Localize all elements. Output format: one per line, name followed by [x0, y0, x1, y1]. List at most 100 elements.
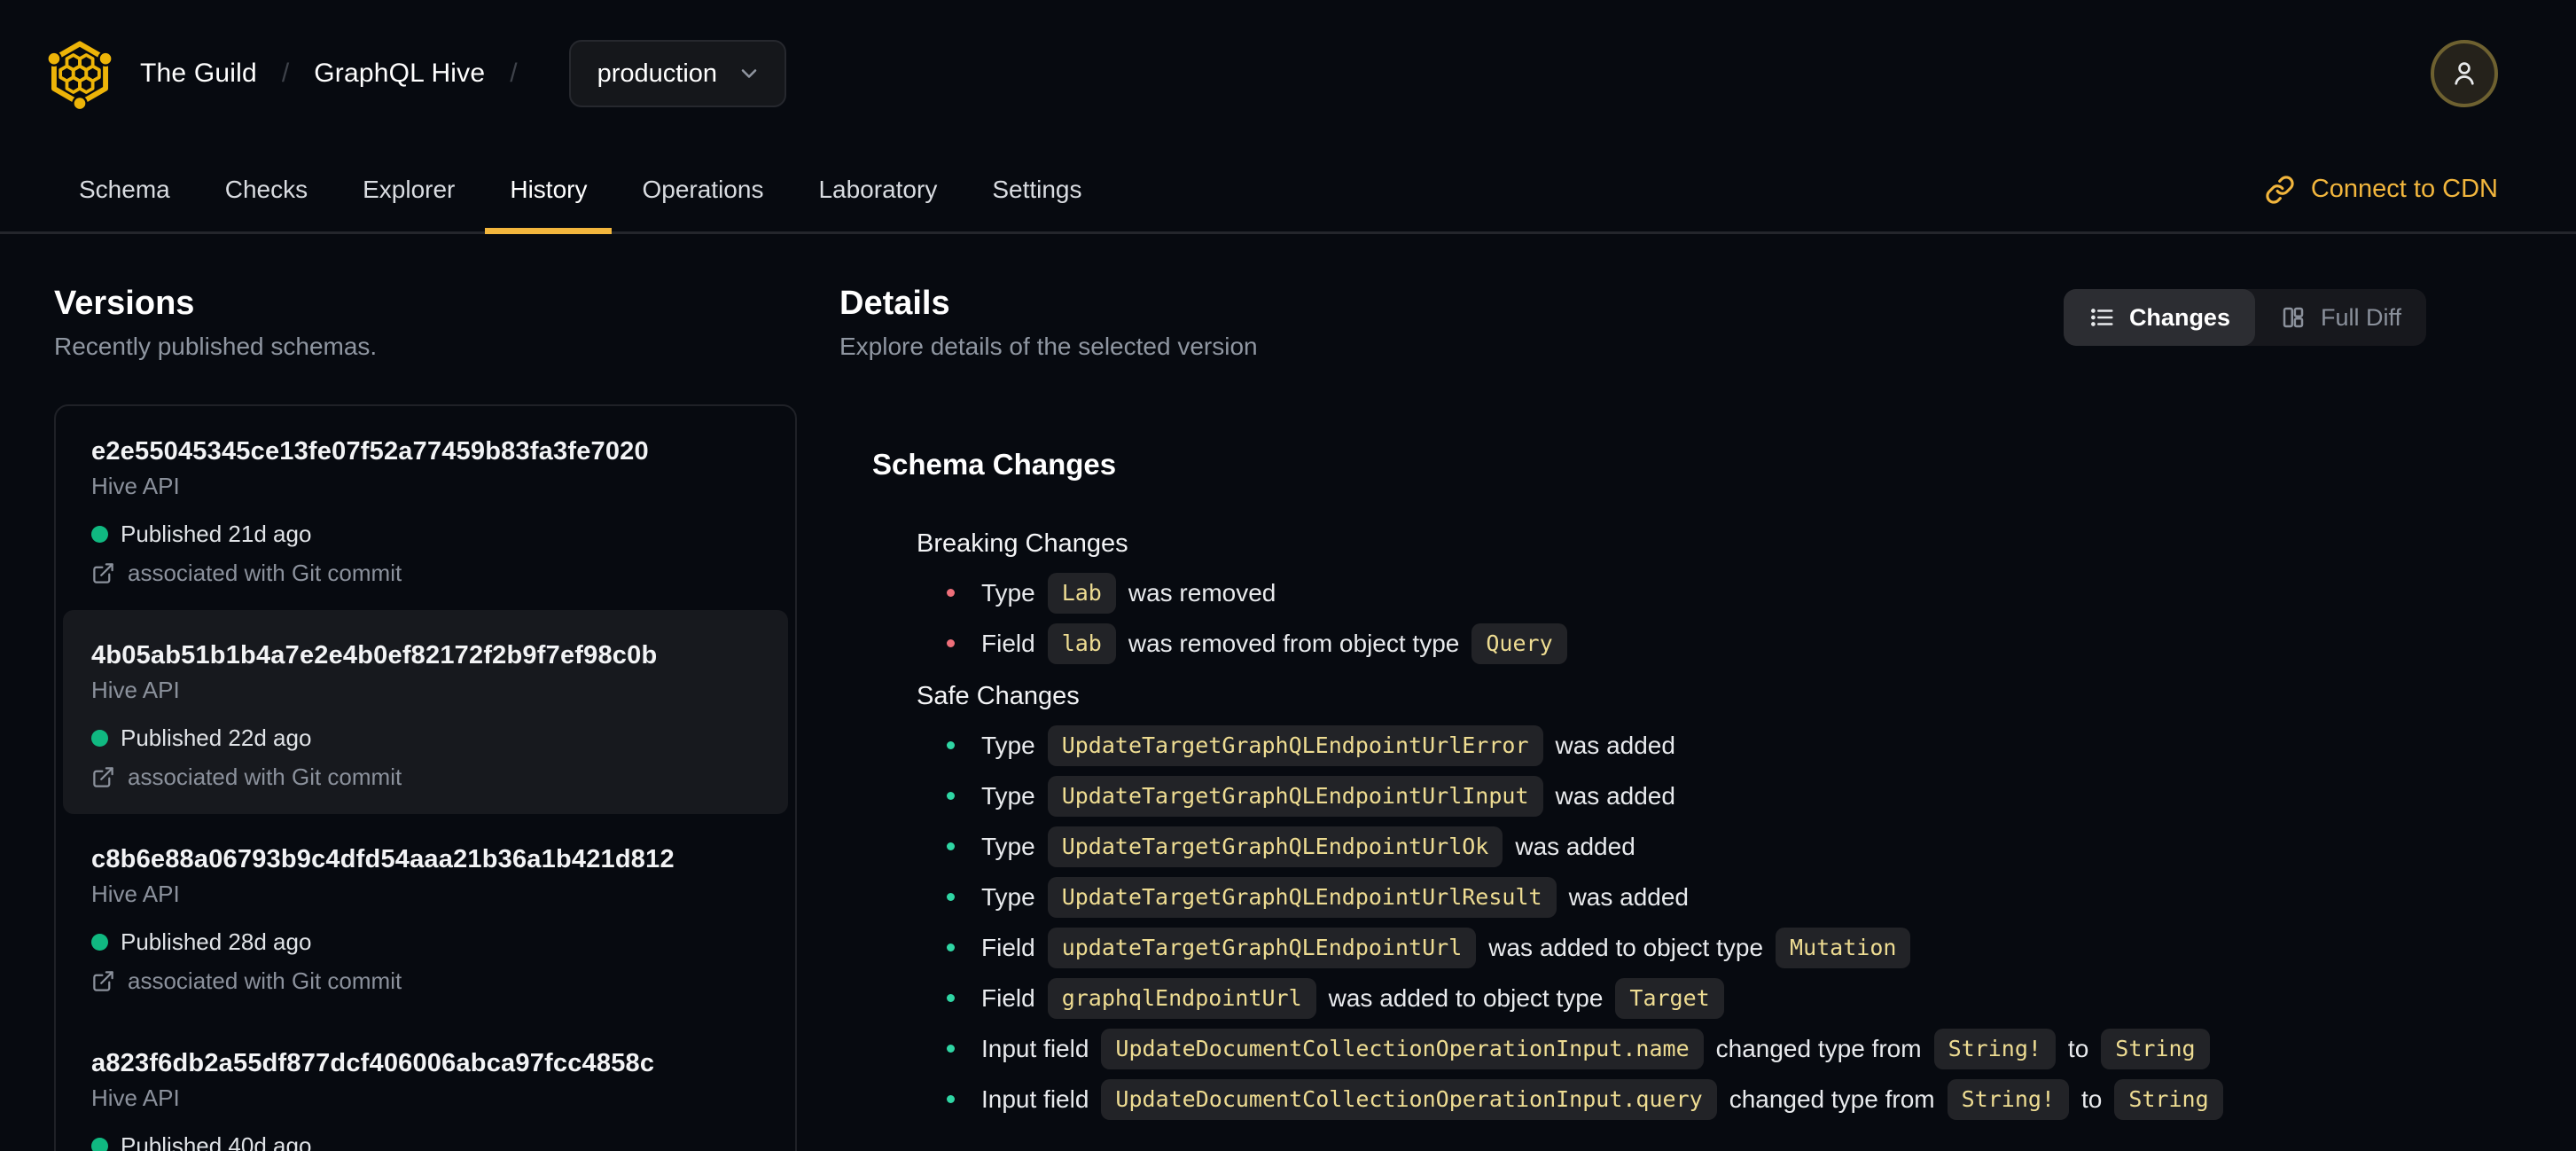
change-text: Type — [981, 731, 1035, 759]
main-content: Versions Recently published schemas. e2e… — [0, 234, 2576, 1151]
details-title: Details — [839, 285, 950, 322]
primary-nav: Schema Checks Explorer History Operation… — [0, 147, 2576, 234]
hive-logo-icon[interactable] — [43, 36, 117, 111]
version-git-commit-link[interactable]: associated with Git commit — [91, 763, 760, 791]
change-row: Type UpdateTargetGraphQLEndpointUrlOk was … — [872, 821, 2522, 872]
code-chip: Target — [1615, 977, 1724, 1019]
change-row: Field graphqlEndpointUrl was added to obje… — [872, 973, 2522, 1023]
bullet-icon — [947, 842, 955, 850]
version-service: Hive API — [91, 881, 180, 907]
change-text: to — [2067, 1034, 2089, 1062]
change-text: was added — [1515, 832, 1635, 860]
details-panel: Details Explore details of the selected … — [839, 284, 2522, 1151]
brand-row: The Guild / GraphQL Hive / production — [0, 0, 2576, 147]
change-rows: Type UpdateTargetGraphQLEndpointUrlError w… — [872, 720, 2522, 1124]
target-selector-value: production — [597, 59, 718, 88]
view-toggle-group: Changes Full Diff — [2063, 289, 2426, 346]
version-hash: a823f6db2a55df877dcf406006abca97fcc4858c — [91, 1049, 655, 1077]
nav-tab-label: History — [510, 175, 588, 203]
code-chip: updateTargetGraphQLEndpointUrl — [1047, 927, 1477, 968]
change-row: Type UpdateTargetGraphQLEndpointUrlResult… — [872, 872, 2522, 922]
schema-changes-sections: Breaking Changes Type Lab was removed Field… — [872, 529, 2522, 1124]
version-service: Hive API — [91, 677, 180, 703]
change-row: Field lab was removed from object type Quer… — [872, 618, 2522, 669]
code-chip: UpdateDocumentCollectionOperationInput.n… — [1101, 1028, 1704, 1069]
version-git-commit-text: associated with Git commit — [128, 560, 402, 586]
bullet-icon — [947, 1045, 955, 1053]
bullet-icon — [947, 893, 955, 901]
schema-changes-title: Schema Changes — [872, 448, 1117, 481]
change-text: was added — [1568, 882, 1689, 911]
nav-tab-laboratory[interactable]: Laboratory — [793, 147, 962, 231]
version-git-commit-link[interactable]: associated with Git commit — [91, 967, 760, 995]
person-icon — [2455, 62, 2474, 85]
nav-tab-settings[interactable]: Settings — [967, 147, 1106, 231]
user-avatar-button[interactable] — [2431, 40, 2498, 107]
full-diff-view-label: Full Diff — [2320, 303, 2401, 331]
code-chip: String — [2101, 1028, 2210, 1069]
version-status-text: Published 28d ago — [121, 928, 312, 955]
version-status-text: Published 22d ago — [121, 724, 312, 751]
nav-tab-label: Operations — [642, 175, 764, 203]
published-dot-icon — [91, 933, 108, 951]
version-status: Published 28d ago — [91, 928, 760, 956]
code-chip: String — [2114, 1078, 2223, 1120]
connect-to-cdn-button[interactable]: Connect to CDN — [2265, 147, 2498, 231]
change-row: Type UpdateTargetGraphQLEndpointUrlError w… — [872, 720, 2522, 771]
nav-tab-explorer[interactable]: Explorer — [338, 147, 480, 231]
change-text: was added to object type — [1328, 983, 1604, 1012]
version-git-commit-link[interactable]: associated with Git commit — [91, 559, 760, 587]
change-text: Input field — [981, 1084, 1089, 1113]
version-card[interactable]: c8b6e88a06793b9c4dfd54aaa21b36a1b421d812… — [63, 814, 788, 1018]
version-card[interactable]: a823f6db2a55df877dcf406006abca97fcc4858c… — [63, 1018, 788, 1151]
change-text: Field — [981, 629, 1035, 657]
link-icon — [2266, 175, 2294, 204]
bullet-icon — [947, 994, 955, 1002]
change-text: was added to object type — [1488, 933, 1764, 961]
target-selector-dropdown[interactable]: production — [568, 40, 787, 107]
external-link-icon — [93, 766, 113, 787]
code-chip: UpdateTargetGraphQLEndpointUrlInput — [1047, 775, 1543, 817]
schema-changes: Schema Changes Breaking Changes Type Lab w… — [839, 447, 2522, 1124]
change-text: was added — [1555, 731, 1675, 759]
list-icon — [2090, 309, 2113, 326]
change-rows: Type Lab was removed Field lab was removed fr… — [872, 568, 2522, 669]
change-text: Type — [981, 882, 1035, 911]
change-text: was removed from object type — [1128, 629, 1460, 657]
version-card[interactable]: e2e55045345ce13fe07f52a77459b83fa3fe7020… — [63, 406, 788, 610]
change-text: was removed — [1128, 578, 1276, 607]
code-chip: lab — [1047, 622, 1116, 664]
change-section: Safe Changes Type UpdateTargetGraphQLEndp… — [872, 681, 2522, 1124]
bullet-icon — [947, 792, 955, 800]
change-text: Field — [981, 933, 1035, 961]
nav-tab-checks[interactable]: Checks — [200, 147, 332, 231]
version-card[interactable]: 4b05ab51b1b4a7e2e4b0ef82172f2b9f7ef98c0b… — [63, 610, 788, 814]
changes-view-button[interactable]: Changes — [2063, 289, 2255, 346]
bullet-icon — [947, 639, 955, 647]
version-service: Hive API — [91, 1084, 180, 1111]
top-header: The Guild / GraphQL Hive / production Sc… — [0, 0, 2576, 234]
nav-tab-label: Checks — [224, 175, 308, 203]
change-text: changed type from — [1715, 1034, 1922, 1062]
change-text: to — [2080, 1084, 2103, 1113]
breadcrumb-org[interactable]: The Guild — [140, 59, 257, 89]
version-hash: 4b05ab51b1b4a7e2e4b0ef82172f2b9f7ef98c0b — [91, 641, 658, 669]
external-link-icon — [93, 970, 113, 991]
version-git-commit-text: associated with Git commit — [128, 763, 402, 790]
breadcrumb-project[interactable]: GraphQL Hive — [314, 59, 485, 89]
nav-tab-schema[interactable]: Schema — [54, 147, 195, 231]
change-section: Breaking Changes Type Lab was removed Field… — [872, 529, 2522, 669]
version-hash: e2e55045345ce13fe07f52a77459b83fa3fe7020 — [91, 437, 649, 466]
change-text: Type — [981, 832, 1035, 860]
full-diff-view-button[interactable]: Full Diff — [2255, 289, 2426, 346]
nav-tab-history[interactable]: History — [485, 147, 613, 234]
code-chip: String! — [1933, 1028, 2056, 1069]
breadcrumb-separator: / — [281, 59, 290, 88]
code-chip: Mutation — [1776, 927, 1911, 968]
nav-tab-label: Schema — [79, 175, 170, 203]
nav-tab-operations[interactable]: Operations — [617, 147, 788, 231]
versions-title: Versions — [54, 285, 195, 322]
external-link-icon — [93, 562, 113, 583]
version-service: Hive API — [91, 473, 180, 499]
bullet-icon — [947, 589, 955, 597]
